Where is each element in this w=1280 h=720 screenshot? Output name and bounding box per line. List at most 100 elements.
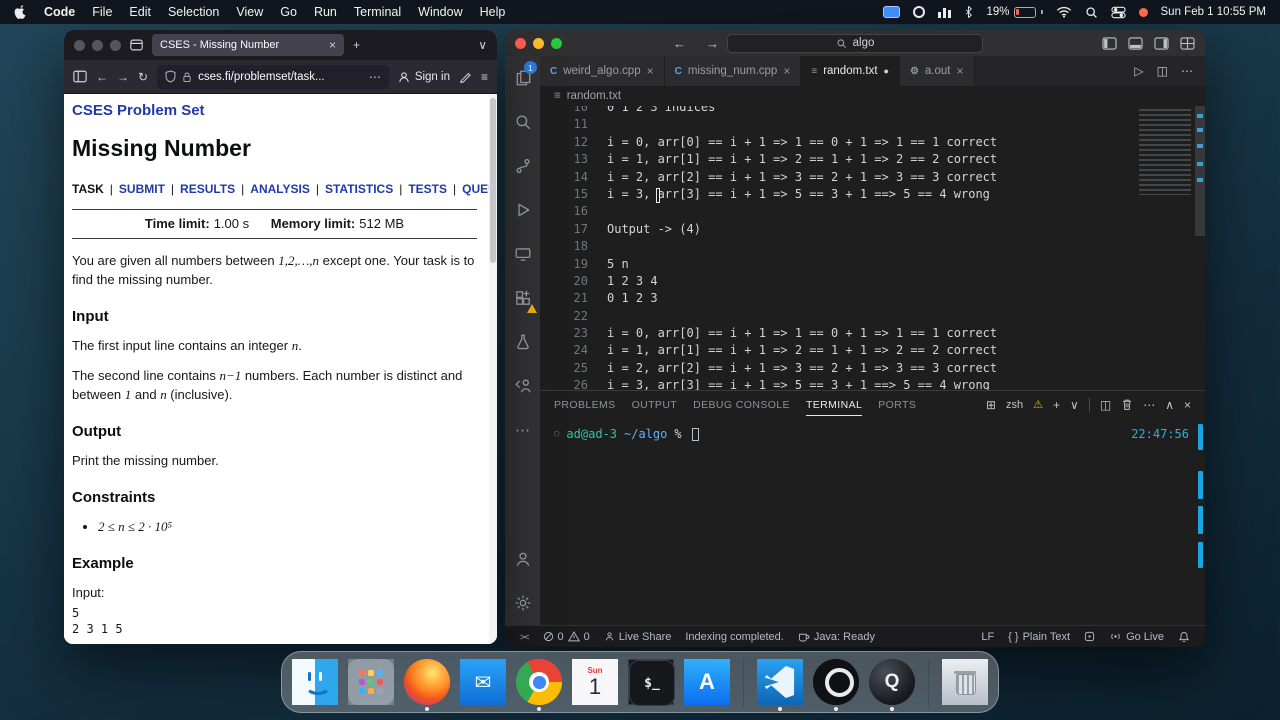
tab-a-out[interactable]: ⚙ a.out ● × xyxy=(899,56,975,86)
obs-status-icon[interactable] xyxy=(913,6,926,18)
java-status[interactable]: Java: Ready xyxy=(791,631,882,643)
history-back-icon[interactable]: ← xyxy=(673,36,686,51)
stats-icon[interactable] xyxy=(938,6,952,18)
problems-status[interactable]: 0 0 xyxy=(536,631,597,643)
editor[interactable]: 10 0 1 2 3 indices 11 12 i = 0, arr[0] =… xyxy=(540,106,1205,390)
menu-file[interactable]: File xyxy=(92,5,112,19)
dock-finder[interactable] xyxy=(292,659,338,705)
zoom-window-icon[interactable] xyxy=(110,39,121,51)
close-tab-icon[interactable]: × xyxy=(329,39,336,51)
kill-terminal-icon[interactable] xyxy=(1121,398,1133,411)
explorer-icon[interactable]: 1 xyxy=(505,56,540,100)
eol-indicator[interactable]: LF xyxy=(974,631,1001,643)
editor-more-actions-icon[interactable]: ⋯ xyxy=(1181,64,1193,78)
close-tab-icon[interactable]: × xyxy=(647,64,654,78)
dock-chrome[interactable] xyxy=(516,659,562,711)
back-icon[interactable]: ← xyxy=(96,71,108,83)
panel-tab-terminal[interactable]: TERMINAL xyxy=(805,393,863,416)
menu-go[interactable]: Go xyxy=(280,5,297,19)
editor-scrollbar[interactable] xyxy=(1195,106,1205,236)
extensions-icon[interactable] xyxy=(505,276,540,320)
panel-tab-debug-console[interactable]: DEBUG CONSOLE xyxy=(693,393,790,416)
menu-help[interactable]: Help xyxy=(480,5,506,19)
minimize-window-icon[interactable] xyxy=(92,39,103,51)
breadcrumb[interactable]: ≡ random.txt xyxy=(540,86,1205,106)
menu-view[interactable]: View xyxy=(236,5,263,19)
cses-site-title[interactable]: CSES Problem Set xyxy=(72,100,477,123)
new-tab-icon[interactable]: + xyxy=(353,39,360,51)
run-file-icon[interactable]: ▷ xyxy=(1134,64,1143,78)
new-terminal-icon[interactable]: + xyxy=(1053,398,1060,412)
zoom-window-icon[interactable] xyxy=(551,37,562,49)
menu-selection[interactable]: Selection xyxy=(168,5,219,19)
go-live-button[interactable]: Go Live xyxy=(1102,631,1171,643)
toggle-secondary-sidebar-icon[interactable] xyxy=(1154,36,1169,50)
shell-name[interactable]: zsh xyxy=(1006,399,1023,411)
menu-terminal[interactable]: Terminal xyxy=(354,5,401,19)
toggle-sidebar-icon[interactable] xyxy=(1102,36,1117,50)
more-views-icon[interactable]: ⋯ xyxy=(505,408,540,452)
sign-in-button[interactable]: Sign in xyxy=(398,71,450,83)
dock-firefox[interactable] xyxy=(404,659,450,711)
dock-calendar[interactable]: Sun 1 xyxy=(572,659,618,705)
account-icon[interactable] xyxy=(505,537,540,581)
language-mode[interactable]: { } Plain Text xyxy=(1001,631,1077,643)
nav-results[interactable]: RESULTS xyxy=(180,182,250,196)
live-share-icon[interactable] xyxy=(505,364,540,408)
minimap[interactable] xyxy=(1139,109,1191,195)
forward-icon[interactable]: → xyxy=(117,71,129,83)
tab-missing-num-cpp[interactable]: C missing_num.cpp ● × xyxy=(664,56,802,86)
recording-status-icon[interactable] xyxy=(1138,7,1148,17)
dock-mail[interactable]: ✉ xyxy=(460,659,506,705)
nav-statistics[interactable]: STATISTICS xyxy=(325,182,408,196)
page-actions-icon[interactable]: ⋯ xyxy=(369,71,381,83)
terminal-dropdown-icon[interactable]: ∨ xyxy=(1070,398,1079,412)
command-center-search[interactable]: algo xyxy=(727,33,983,53)
scrollbar-thumb[interactable] xyxy=(490,98,496,263)
close-tab-icon[interactable]: × xyxy=(957,64,964,78)
highlighter-icon[interactable] xyxy=(459,70,472,83)
apple-logo-icon[interactable] xyxy=(14,4,27,20)
app-menu-icon[interactable]: ≡ xyxy=(481,71,488,83)
history-forward-icon[interactable]: → xyxy=(706,36,719,51)
minimize-window-icon[interactable] xyxy=(533,37,544,49)
settings-gear-icon[interactable] xyxy=(505,581,540,625)
reload-icon[interactable]: ↻ xyxy=(138,71,148,83)
window-controls[interactable] xyxy=(515,37,562,49)
control-center-icon[interactable] xyxy=(1110,5,1126,20)
customize-layout-icon[interactable] xyxy=(1180,36,1195,50)
menubar-clock[interactable]: Sun Feb 1 10:55 PM xyxy=(1161,6,1266,18)
close-tab-icon[interactable]: × xyxy=(783,64,790,78)
panel-tab-ports[interactable]: PORTS xyxy=(878,393,916,416)
firefox-view-icon[interactable] xyxy=(130,39,143,51)
dock-obs[interactable] xyxy=(813,659,859,711)
close-window-icon[interactable] xyxy=(515,37,526,49)
menu-edit[interactable]: Edit xyxy=(129,5,151,19)
source-control-icon[interactable] xyxy=(505,144,540,188)
nav-task[interactable]: TASK xyxy=(72,182,119,196)
dock-separator[interactable] xyxy=(925,659,932,707)
maximize-panel-icon[interactable]: ∧ xyxy=(1165,398,1174,412)
toggle-panel-icon[interactable] xyxy=(1128,36,1143,50)
remote-explorer-icon[interactable] xyxy=(505,232,540,276)
search-icon[interactable] xyxy=(505,100,540,144)
list-tabs-icon[interactable]: ∨ xyxy=(478,39,487,51)
extension-status-icon[interactable] xyxy=(1077,631,1102,642)
run-debug-icon[interactable] xyxy=(505,188,540,232)
live-share-status[interactable]: Live Share xyxy=(597,631,679,643)
nav-analysis[interactable]: ANALYSIS xyxy=(250,182,325,196)
tracking-protection-shield-icon[interactable] xyxy=(165,70,176,83)
tab-random-txt[interactable]: ≡ random.txt ● × xyxy=(801,56,900,86)
dock-vscode[interactable] xyxy=(757,659,803,711)
menu-window[interactable]: Window xyxy=(418,5,462,19)
dock-separator[interactable] xyxy=(740,659,747,707)
panel-more-actions-icon[interactable]: ⋯ xyxy=(1143,398,1155,412)
sidebar-toggle-icon[interactable] xyxy=(73,70,87,83)
dock-quicktime[interactable]: Q xyxy=(869,659,915,711)
menu-code[interactable]: Code xyxy=(44,5,75,19)
close-panel-icon[interactable]: × xyxy=(1184,398,1191,412)
remote-indicator[interactable]: >< xyxy=(513,632,536,642)
wifi-icon[interactable] xyxy=(1056,6,1072,18)
nav-submit[interactable]: SUBMIT xyxy=(119,182,180,196)
screen-mirroring-icon[interactable] xyxy=(883,6,901,18)
